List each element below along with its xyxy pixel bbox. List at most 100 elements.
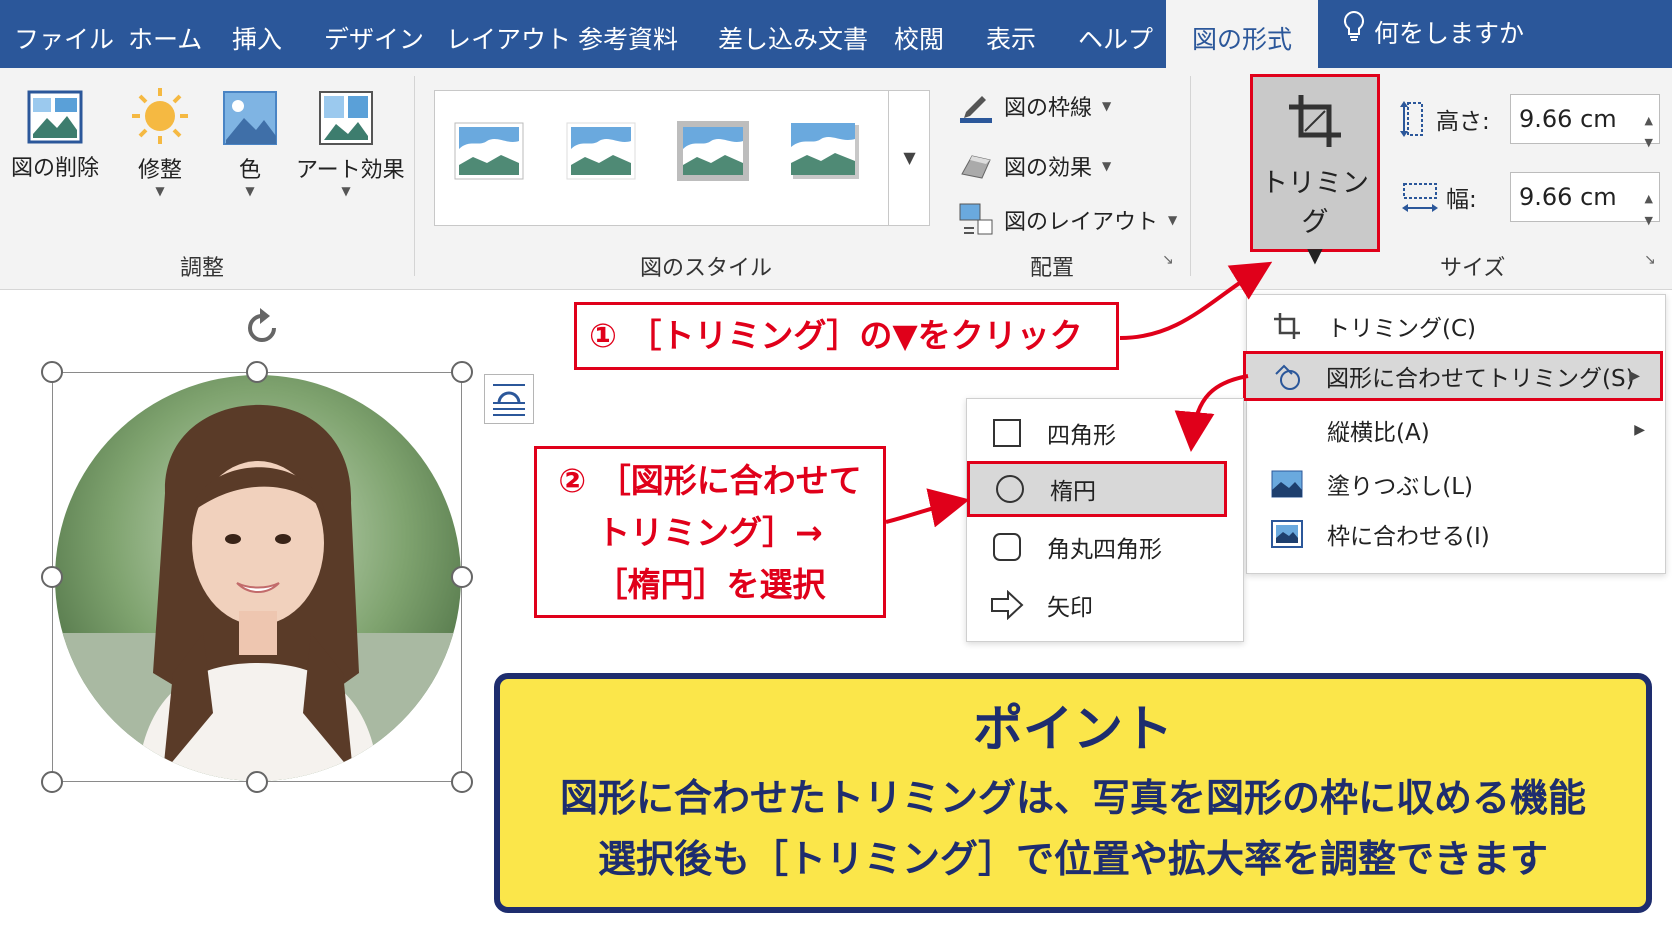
menu-item-aspect-ratio-label: 縦横比(A) bbox=[1327, 420, 1430, 446]
step2-line2: トリミング］→ bbox=[597, 513, 823, 552]
menu-item-fit[interactable]: 枠に合わせる(I) bbox=[1247, 509, 1665, 559]
point-title: ポイント bbox=[973, 700, 1173, 758]
group-separator bbox=[414, 76, 415, 276]
rotate-handle-icon[interactable] bbox=[240, 306, 284, 354]
picture-layout-button[interactable]: 図のレイアウト ▼ bbox=[958, 202, 1177, 238]
resize-handle[interactable] bbox=[41, 771, 63, 793]
height-icon bbox=[1400, 101, 1423, 137]
arrange-group-label: 配置 bbox=[1030, 256, 1075, 281]
tab-help[interactable]: ヘルプ bbox=[1078, 0, 1153, 68]
remove-background-label: 図の削除 bbox=[10, 156, 99, 181]
shape-item-rounded-rectangle[interactable]: 角丸四角形 bbox=[967, 519, 1243, 575]
picture-border-button[interactable]: 図の枠線 ▼ bbox=[958, 88, 1111, 124]
tell-me-label: 何をしますか bbox=[1374, 19, 1525, 48]
resize-handle[interactable] bbox=[451, 771, 473, 793]
gallery-more-button[interactable]: ▼ bbox=[888, 90, 930, 226]
color-button[interactable]: 色 ▼ bbox=[216, 90, 284, 198]
fit-icon bbox=[1247, 520, 1327, 548]
shape-item-ellipse[interactable]: 楕円 bbox=[967, 461, 1227, 517]
tab-file[interactable]: ファイル bbox=[14, 0, 114, 68]
tab-picture-format[interactable]: 図の形式 bbox=[1166, 0, 1318, 68]
picture-style-thumb[interactable] bbox=[565, 121, 637, 181]
width-row: 幅: bbox=[1400, 172, 1477, 222]
crop-button[interactable]: トリミング ▼ bbox=[1250, 74, 1380, 267]
pen-border-icon bbox=[960, 96, 992, 123]
picture-effects-label: 図の効果 bbox=[1004, 156, 1093, 181]
chevron-down-icon: ▼ bbox=[341, 184, 351, 198]
layout-options-icon bbox=[493, 384, 525, 416]
shape-submenu: 四角形 楕円 角丸四角形 矢印 bbox=[966, 398, 1244, 642]
layout-options-button[interactable] bbox=[484, 374, 534, 424]
shape-item-arrow-label: 矢印 bbox=[1047, 595, 1093, 621]
tab-references[interactable]: 参考資料 bbox=[578, 0, 678, 68]
dialog-launcher-icon[interactable]: ↘ bbox=[1644, 252, 1656, 268]
resize-handle[interactable] bbox=[451, 566, 473, 588]
chevron-down-icon: ▼ bbox=[245, 184, 255, 198]
menu-item-aspect-ratio[interactable]: 縦横比(A) ▶ bbox=[1247, 405, 1665, 455]
menu-item-fill-label: 塗りつぶし(L) bbox=[1327, 474, 1473, 500]
shape-item-rectangle[interactable]: 四角形 bbox=[967, 405, 1243, 461]
menu-item-fit-label: 枠に合わせる(I) bbox=[1327, 524, 1490, 550]
corrections-label: 修整 bbox=[137, 158, 182, 183]
step2-line1: ② ［図形に合わせて bbox=[558, 461, 862, 500]
height-row: 高さ: bbox=[1400, 94, 1490, 144]
ellipse-shape-icon bbox=[970, 474, 1050, 504]
tab-home[interactable]: ホーム bbox=[128, 0, 202, 68]
adjust-group-label: 調整 bbox=[180, 256, 225, 281]
tab-layout[interactable]: レイアウト bbox=[446, 0, 571, 68]
width-input[interactable]: 9.66 cm ▲ ▼ bbox=[1510, 172, 1660, 227]
picture-layout-icon bbox=[959, 203, 993, 235]
picture-style-thumb[interactable] bbox=[453, 121, 525, 181]
crop-label: トリミング bbox=[1261, 168, 1369, 238]
group-separator bbox=[1190, 76, 1191, 276]
height-input[interactable]: 9.66 cm ▲ ▼ bbox=[1510, 94, 1660, 149]
shape-item-arrow[interactable]: 矢印 bbox=[967, 577, 1243, 633]
portrait-photo bbox=[55, 375, 461, 781]
picture-style-thumb[interactable] bbox=[677, 121, 749, 181]
picture-effects-button[interactable]: 図の効果 ▼ bbox=[958, 148, 1111, 184]
picture-effects-icon bbox=[961, 155, 991, 179]
point-line-2: 選択後も［トリミング］で位置や拡大率を調整できます bbox=[597, 837, 1548, 881]
resize-handle[interactable] bbox=[451, 361, 473, 383]
arrow-shape-icon bbox=[967, 590, 1047, 620]
width-label: 幅: bbox=[1446, 187, 1477, 213]
tell-me-search[interactable]: 何をしますか bbox=[1342, 0, 1524, 68]
menu-item-crop-to-shape-label: 図形に合わせてトリミング(S) bbox=[1326, 366, 1635, 392]
step1-text: ① ［トリミング］の▼をクリック bbox=[589, 316, 1083, 355]
menu-item-crop[interactable]: トリミング(C) bbox=[1247, 301, 1665, 351]
dialog-launcher-icon[interactable]: ↘ bbox=[1162, 252, 1174, 268]
picture-style-thumb[interactable] bbox=[789, 121, 861, 181]
resize-handle[interactable] bbox=[246, 361, 268, 383]
picture-layout-label: 図のレイアウト bbox=[1004, 210, 1159, 235]
crop-dropdown-menu: トリミング(C) 図形に合わせてトリミング(S) ▶ 縦横比(A) ▶ 塗りつぶ… bbox=[1243, 294, 1666, 574]
width-value: 9.66 cm bbox=[1519, 183, 1617, 211]
artistic-effects-button[interactable]: アート効果 ▼ bbox=[296, 90, 405, 198]
resize-handle[interactable] bbox=[41, 566, 63, 588]
arrow-to-ellipse bbox=[885, 488, 970, 528]
artistic-effects-label: アート効果 bbox=[296, 158, 405, 183]
crop-dropdown-arrow[interactable]: ▼ bbox=[1253, 243, 1377, 267]
spin-down-icon[interactable]: ▼ bbox=[1645, 197, 1653, 245]
resize-handle[interactable] bbox=[246, 771, 268, 793]
chevron-down-icon: ▼ bbox=[155, 184, 165, 198]
point-line-1: 図形に合わせたトリミングは、写真を図形の枠に収める機能 bbox=[559, 776, 1586, 820]
chevron-down-icon: ▼ bbox=[1102, 99, 1112, 113]
step2-callout: ② ［図形に合わせて トリミング］→ ［楕円］を選択 bbox=[534, 446, 886, 618]
corrections-button[interactable]: 修整 ▼ bbox=[120, 86, 200, 198]
point-tip-box: ポイント 図形に合わせたトリミングは、写真を図形の枠に収める機能 選択後も［トリ… bbox=[494, 673, 1652, 913]
remove-background-button[interactable]: 図の削除 bbox=[10, 90, 100, 182]
tab-mailings[interactable]: 差し込み文書 bbox=[718, 0, 868, 68]
step1-callout: ① ［トリミング］の▼をクリック bbox=[574, 302, 1119, 370]
menu-item-fill[interactable]: 塗りつぶし(L) bbox=[1247, 459, 1665, 509]
tab-view[interactable]: 表示 bbox=[986, 0, 1036, 68]
resize-handle[interactable] bbox=[41, 361, 63, 383]
selected-picture-frame[interactable] bbox=[52, 372, 462, 782]
spin-down-icon[interactable]: ▼ bbox=[1645, 119, 1653, 167]
rounded-rectangle-shape-icon bbox=[967, 532, 1047, 562]
size-group-label: サイズ bbox=[1440, 256, 1506, 281]
tab-design[interactable]: デザイン bbox=[324, 0, 424, 68]
tab-review[interactable]: 校閲 bbox=[894, 0, 944, 68]
menu-item-crop-to-shape[interactable]: 図形に合わせてトリミング(S) ▶ bbox=[1243, 351, 1663, 401]
tab-insert[interactable]: 挿入 bbox=[232, 0, 282, 68]
shape-item-ellipse-label: 楕円 bbox=[1050, 479, 1096, 505]
